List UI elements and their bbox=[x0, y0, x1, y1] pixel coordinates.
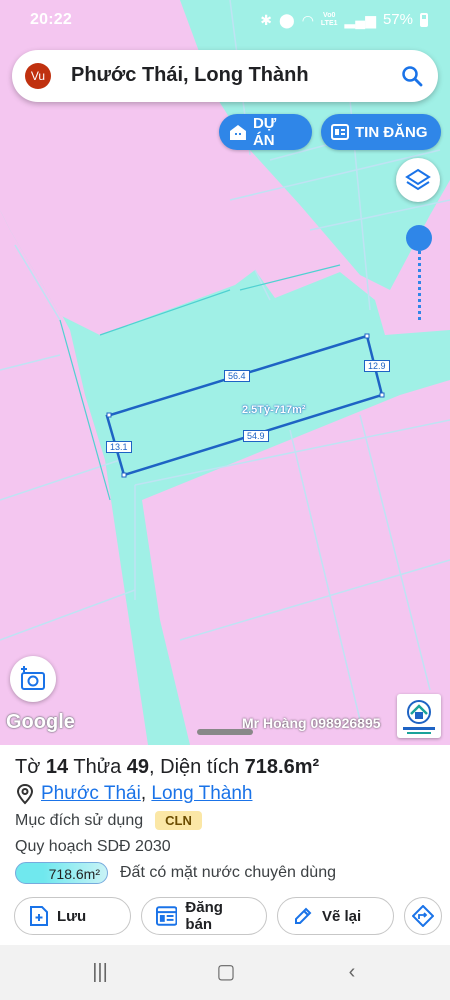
parcel-title: Tờ 14 Thửa 49, Diện tích 718.6m² bbox=[15, 756, 320, 778]
listing-icon bbox=[156, 906, 178, 926]
zoom-slider-handle[interactable] bbox=[406, 225, 432, 251]
layers-button[interactable] bbox=[396, 158, 440, 202]
save-icon bbox=[30, 906, 48, 926]
camera-button[interactable] bbox=[10, 656, 56, 702]
brand-logo bbox=[397, 694, 441, 738]
purpose-label: Mục đích sử dụng bbox=[15, 811, 144, 829]
save-button[interactable]: Lưu bbox=[14, 897, 131, 935]
sell-button[interactable]: Đăng bán bbox=[141, 897, 267, 935]
signal-icon: ▂▄▆ bbox=[344, 11, 376, 28]
listing-icon bbox=[331, 124, 349, 140]
redraw-button[interactable]: Vẽ lại bbox=[277, 897, 394, 935]
purpose-code-badge: CLN bbox=[155, 811, 202, 830]
location-pin-icon bbox=[16, 783, 34, 805]
tin-dang-button[interactable]: TIN ĐĂNG bbox=[321, 114, 441, 150]
parcel-right-length: 12.9 bbox=[364, 360, 390, 372]
plan-area-badge: 718.6m² bbox=[15, 862, 108, 884]
map-view[interactable]: 56.4 12.9 54.9 13.1 2.5Tỷ-717m² bbox=[0, 0, 450, 745]
parcel-price-area-label: 2.5Tỷ-717m² bbox=[242, 404, 306, 416]
du-an-button[interactable]: DỰ ÁN bbox=[219, 114, 312, 150]
search-input[interactable]: Phước Thái, Long Thành bbox=[71, 64, 309, 87]
search-icon[interactable] bbox=[400, 64, 424, 88]
status-bar: 20:22 ✱ ⬤ ◠ Vo0 LTE1 ▂▄▆ 57% bbox=[0, 0, 450, 40]
du-an-label: DỰ ÁN bbox=[252, 115, 277, 149]
draw-icon bbox=[295, 907, 312, 924]
search-bar[interactable]: Vu Phước Thái, Long Thành bbox=[12, 50, 438, 102]
purpose-row: Mục đích sử dụng CLN bbox=[15, 811, 202, 830]
system-nav-bar: ||| ▢ ‹ bbox=[0, 945, 450, 1000]
parcel-bottom-length: 54.9 bbox=[243, 430, 269, 442]
home-icon[interactable]: ▢ bbox=[211, 960, 241, 984]
tin-dang-label: TIN ĐĂNG bbox=[355, 123, 428, 141]
plan-label: Quy hoạch SDĐ 2030 bbox=[15, 838, 171, 855]
location-row: Phước Thái, Long Thành bbox=[15, 783, 252, 805]
sell-label: Đăng bán bbox=[185, 899, 223, 933]
action-buttons: Lưu Đăng bán Vẽ lại bbox=[14, 897, 442, 935]
network-type-label: Vo0 LTE1 bbox=[320, 11, 338, 27]
battery-percent: 57% bbox=[382, 11, 413, 28]
location-icon: ⬤ bbox=[279, 11, 295, 28]
bluetooth-icon: ✱ bbox=[260, 11, 273, 28]
camera-add-icon bbox=[21, 666, 45, 690]
redraw-label: Vẽ lại bbox=[322, 907, 362, 925]
save-label: Lưu bbox=[57, 907, 87, 925]
wifi-icon: ◠ bbox=[301, 11, 314, 28]
district-link[interactable]: Long Thành bbox=[151, 783, 252, 805]
back-icon[interactable]: ‹ bbox=[337, 960, 367, 984]
bottom-sheet-handle[interactable] bbox=[197, 729, 253, 735]
ward-link[interactable]: Phước Thái bbox=[41, 783, 141, 805]
plan-description: Đất có mặt nước chuyên dùng bbox=[120, 864, 336, 881]
watermark-text: Mr Hoàng 098926895 bbox=[242, 715, 381, 731]
plan-area-row: 718.6m² Đất có mặt nước chuyên dùng bbox=[15, 862, 336, 884]
parcel-left-length: 13.1 bbox=[106, 441, 132, 453]
zoom-slider-track[interactable] bbox=[418, 240, 421, 320]
recent-apps-icon[interactable]: ||| bbox=[85, 960, 115, 984]
directions-button[interactable] bbox=[404, 897, 442, 935]
layers-icon bbox=[405, 168, 431, 191]
brand-logo-icon bbox=[403, 700, 435, 734]
status-time: 20:22 bbox=[30, 11, 72, 28]
google-logo: Google bbox=[6, 711, 75, 733]
building-icon bbox=[229, 125, 246, 140]
battery-icon bbox=[420, 12, 428, 27]
parcel-top-length: 56.4 bbox=[224, 370, 250, 382]
avatar[interactable]: Vu bbox=[25, 63, 51, 89]
directions-icon bbox=[412, 905, 434, 927]
parcel-info-sheet: Tờ 14 Thửa 49, Diện tích 718.6m² Phước T… bbox=[0, 745, 450, 945]
